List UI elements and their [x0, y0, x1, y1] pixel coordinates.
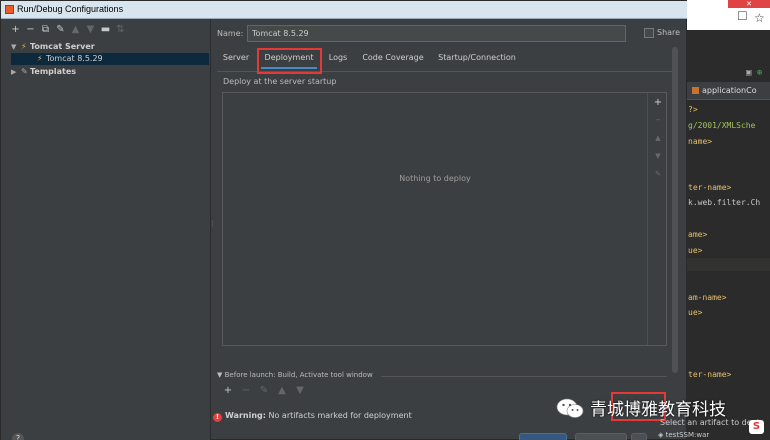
layout-icon[interactable]: ▣	[746, 68, 751, 78]
remove-icon[interactable]: −	[24, 24, 37, 37]
xml-file-icon	[692, 87, 699, 94]
window-close-button[interactable]: ✕	[728, 0, 770, 8]
name-label: Name:	[217, 29, 244, 38]
intellij-icon	[5, 5, 14, 14]
warning-message: ! Warning: No artifacts marked for deploy…	[213, 411, 412, 422]
deployment-tab-highlight-box	[257, 48, 322, 74]
wechat-icon	[556, 398, 584, 418]
edit-icon[interactable]: ✎	[256, 385, 272, 398]
artifact-item-label: testSSM:war	[665, 431, 710, 439]
remove-icon[interactable]: −	[238, 385, 254, 398]
share-checkbox[interactable]	[644, 28, 654, 38]
tab-server[interactable]: Server	[221, 49, 251, 69]
editor-tab[interactable]: applicationCo	[686, 82, 770, 100]
before-launch-section[interactable]: ▼ Before launch: Build, Activate tool wi…	[217, 371, 373, 379]
code-line: am-name>	[688, 293, 727, 302]
tree-toolbar: + − ⧉ ✎ ▲ ▼ ▬ ⇅	[9, 24, 129, 38]
move-up-icon[interactable]: ▲	[651, 133, 665, 145]
dialog-titlebar[interactable]: Run/Debug Configurations	[1, 1, 687, 19]
background-editor: ▣ ⊕ applicationCo ?> g/2001/XMLSche name…	[686, 30, 770, 440]
code-line: ?>	[688, 105, 698, 114]
before-launch-toolbar: + − ✎ ▲ ▼	[220, 385, 310, 398]
move-down-icon[interactable]: ▼	[84, 24, 97, 37]
before-launch-label: Before launch: Build, Activate tool wind…	[224, 371, 373, 379]
move-down-icon[interactable]: ▼	[651, 151, 665, 163]
copy-icon[interactable]: ⧉	[39, 24, 52, 37]
tree-item-label: Tomcat Server	[30, 42, 95, 51]
deploy-caption: Deploy at the server startup	[223, 77, 337, 86]
cancel-button[interactable]	[575, 433, 627, 440]
folder-icon[interactable]: ▬	[99, 24, 112, 37]
code-line: ter-name>	[688, 370, 732, 379]
tree-item-label: Templates	[30, 67, 77, 76]
tree-item-templates[interactable]: ▶ ✎ Templates	[11, 66, 76, 78]
move-up-icon[interactable]: ▲	[274, 385, 290, 398]
remove-icon[interactable]: −	[651, 115, 665, 127]
run-debug-dialog: Run/Debug Configurations + − ⧉ ✎ ▲ ▼ ▬ ⇅ ▼ ⚡ Tomc…	[0, 0, 687, 440]
help-icon[interactable]: ?	[12, 433, 24, 440]
editor-toolbar: ▣ ⊕	[746, 68, 770, 82]
code-line: g/2001/XMLSche	[688, 121, 756, 130]
code-line: ame>	[688, 230, 708, 239]
collapse-arrow-icon[interactable]: ▼	[217, 371, 222, 379]
code-line: ter-name>	[688, 183, 732, 192]
artifact-icon: ◈	[658, 431, 664, 439]
code-line: ue>	[688, 308, 703, 317]
tree-item-tomcat-instance[interactable]: ⚡ Tomcat 8.5.29	[11, 53, 209, 65]
error-icon: !	[213, 413, 222, 422]
deployment-side-toolbar: + − ▲ ▼ ✎	[647, 93, 667, 345]
warning-label: Warning:	[225, 411, 266, 420]
ok-button[interactable]	[519, 433, 567, 440]
input-method-icon[interactable]: S	[749, 420, 764, 434]
tab-code-coverage[interactable]: Code Coverage	[362, 49, 424, 69]
move-down-icon[interactable]: ▼	[292, 385, 308, 398]
add-icon[interactable]: ⊕	[757, 68, 762, 78]
current-line-highlight	[686, 258, 770, 271]
wrench-icon[interactable]: ✎	[54, 24, 67, 37]
tomcat-icon: ⚡	[21, 42, 27, 51]
empty-state-text: Nothing to deploy	[399, 174, 471, 183]
move-up-icon[interactable]: ▲	[69, 24, 82, 37]
tomcat-icon: ⚡	[37, 54, 43, 63]
add-icon[interactable]: +	[9, 24, 22, 37]
dialog-title: Run/Debug Configurations	[17, 4, 124, 14]
tree-item-label: Tomcat 8.5.29	[46, 54, 103, 63]
collapse-arrow-icon[interactable]: ▶	[11, 66, 21, 78]
expand-arrow-icon[interactable]: ▼	[11, 41, 21, 53]
section-divider	[381, 376, 667, 377]
warning-text: No artifacts marked for deployment	[268, 411, 412, 420]
add-icon[interactable]: +	[651, 97, 665, 109]
wrench-icon: ✎	[21, 67, 28, 76]
share-label: Share	[657, 28, 681, 37]
sort-icon[interactable]: ⇅	[114, 24, 127, 37]
artifact-popup-item[interactable]: ◈ testSSM:war	[658, 431, 709, 439]
code-line: k.web.filter.Ch	[688, 198, 761, 207]
watermark: 青城博雅教育科技	[556, 395, 726, 421]
code-line: name>	[688, 137, 713, 146]
apply-button[interactable]	[631, 433, 647, 440]
configurations-tree-panel: + − ⧉ ✎ ▲ ▼ ▬ ⇅ ▼ ⚡ Tomcat Server ⚡ Tomcat 8.5.29 …	[1, 19, 211, 440]
bookmark-star-icon[interactable]: ☆	[754, 11, 765, 25]
deployment-list-area[interactable]: Nothing to deploy	[223, 93, 647, 345]
tree-item-tomcat-server[interactable]: ▼ ⚡ Tomcat Server	[11, 41, 95, 53]
vertical-scrollbar[interactable]	[672, 47, 678, 373]
name-field[interactable]: Tomcat 8.5.29	[247, 25, 626, 42]
watermark-text: 青城博雅教育科技	[590, 400, 726, 420]
splitter-handle[interactable]: ⋮	[209, 220, 216, 230]
add-icon[interactable]: +	[220, 385, 236, 398]
tab-startup-connection[interactable]: Startup/Connection	[437, 49, 517, 69]
tab-logs[interactable]: Logs	[325, 49, 351, 69]
code-line: ue>	[688, 246, 703, 255]
deployment-list: Nothing to deploy + − ▲ ▼ ✎	[222, 92, 667, 346]
edit-icon[interactable]: ✎	[651, 169, 665, 181]
editor-tab-label: applicationCo	[702, 86, 757, 95]
